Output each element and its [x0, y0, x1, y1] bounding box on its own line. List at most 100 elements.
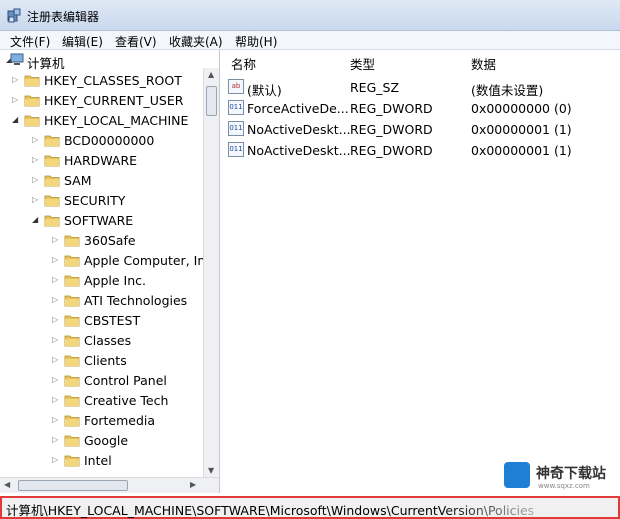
tree-item[interactable]: ▷ HKEY_CLASSES_ROOT [0, 71, 203, 91]
tree-item-label: HKEY_CURRENT_USER [44, 93, 184, 108]
tree-item[interactable]: ▷ Google [0, 431, 203, 451]
expand-arrow-icon[interactable]: ▷ [32, 135, 40, 145]
menu-help[interactable]: 帮助(H) [235, 33, 277, 50]
column-header-name[interactable]: 名称 [231, 54, 256, 73]
value-data: 0x00000001 (1) [471, 122, 572, 137]
value-row[interactable]: ab (默认) REG_SZ (数值未设置) [222, 77, 620, 98]
value-name: NoActiveDeskt... [247, 122, 351, 137]
tree-item[interactable]: ◢ HKEY_LOCAL_MACHINE [0, 111, 203, 131]
horizontal-scroll-thumb[interactable] [18, 480, 128, 491]
expand-arrow-icon[interactable]: ▷ [12, 75, 20, 85]
expand-arrow-icon[interactable]: ▷ [32, 195, 40, 205]
tree-item-label: Apple Computer, Inc [84, 253, 213, 268]
value-name: ForceActiveDe... [247, 101, 349, 116]
tree-item[interactable]: ▷ Fortemedia [0, 411, 203, 431]
tree-item[interactable]: ▷ HARDWARE [0, 151, 203, 171]
tree-item[interactable]: ▷ Apple Computer, Inc [0, 251, 212, 271]
tree-item[interactable]: ▷ Intel [0, 451, 203, 471]
expand-arrow-icon[interactable]: ▷ [52, 355, 60, 365]
values-list[interactable]: 名称 类型 数据 ab (默认) REG_SZ (数值未设置) 011 ForceActi… [222, 50, 620, 493]
expand-arrow-icon[interactable]: ▷ [32, 175, 40, 185]
expand-arrow-icon[interactable]: ▷ [32, 155, 40, 165]
expand-arrow-icon[interactable]: ▷ [52, 275, 60, 285]
value-row[interactable]: 011 NoActiveDeskt... REG_DWORD 0x00000001 (… [222, 119, 620, 139]
expand-arrow-icon[interactable]: ▷ [12, 95, 20, 105]
value-row[interactable]: 011 NoActiveDeskt... REG_DWORD 0x00000001 (… [222, 140, 620, 160]
value-name: NoActiveDeskt... [247, 143, 351, 158]
watermark-logo-icon [504, 462, 530, 488]
tree-item[interactable]: ▷ CBSTEST [0, 311, 203, 331]
menu-view[interactable]: 查看(V) [115, 33, 157, 50]
tree-item-label: SECURITY [64, 193, 126, 208]
scroll-left-icon[interactable]: ◀ [4, 480, 10, 489]
folder-icon [24, 75, 40, 87]
tree-item-label: Control Panel [84, 373, 167, 388]
column-header-data[interactable]: 数据 [471, 54, 496, 73]
expand-arrow-icon[interactable]: ▷ [52, 255, 60, 265]
value-type: REG_DWORD [350, 122, 433, 137]
tree-horizontal-scrollbar[interactable]: ◀ ▶ [0, 477, 219, 493]
vertical-scroll-thumb[interactable] [206, 86, 217, 116]
expand-arrow-icon[interactable]: ▷ [52, 235, 60, 245]
tree-item[interactable]: ▷ BCD00000000 [0, 131, 203, 151]
folder-icon [44, 195, 60, 207]
folder-icon [44, 155, 60, 167]
expand-arrow-icon[interactable]: ▷ [52, 435, 60, 445]
expand-arrow-icon[interactable]: ▷ [52, 315, 60, 325]
expand-arrow-icon[interactable]: ▷ [52, 335, 60, 345]
expand-arrow-icon[interactable]: ▷ [52, 395, 60, 405]
tree-root-computer[interactable]: ◢ 计算机 [0, 51, 200, 71]
folder-icon [64, 355, 80, 367]
folder-icon [64, 275, 80, 287]
folder-icon [64, 315, 80, 327]
menu-edit[interactable]: 编辑(E) [62, 33, 103, 50]
menu-bar: 文件(F) 编辑(E) 查看(V) 收藏夹(A) 帮助(H) [0, 31, 620, 50]
scroll-down-icon[interactable]: ▼ [208, 466, 214, 475]
folder-icon [64, 455, 80, 467]
tree-item[interactable]: ▷ 360Safe [0, 231, 203, 251]
expand-arrow-icon[interactable]: ▷ [52, 295, 60, 305]
collapse-arrow-icon[interactable]: ◢ [32, 215, 40, 225]
string-value-icon: ab [228, 79, 244, 94]
registry-tree[interactable]: ◢ 计算机 ▷ HKEY_CLASSES_ROOT ▷ HKEY_CURRENT_US… [0, 50, 220, 493]
dword-value-icon: 011 [228, 121, 244, 136]
folder-icon [24, 115, 40, 127]
scroll-right-icon[interactable]: ▶ [190, 480, 196, 489]
expand-arrow-icon[interactable]: ▷ [52, 455, 60, 465]
expand-arrow-icon[interactable]: ▷ [52, 415, 60, 425]
menu-favorites[interactable]: 收藏夹(A) [169, 33, 223, 50]
tree-item[interactable]: ◢ SOFTWARE [0, 211, 203, 231]
value-row[interactable]: 011 ForceActiveDe... REG_DWORD 0x00000000 (… [222, 98, 620, 118]
column-header-type[interactable]: 类型 [350, 54, 375, 73]
tree-item-label: Intel [84, 453, 112, 468]
tree-item[interactable]: ▷ Apple Inc. [0, 271, 203, 291]
tree-vertical-scrollbar[interactable]: ▲ ▼ [203, 68, 219, 477]
tree-item[interactable]: ▷ SECURITY [0, 191, 203, 211]
folder-icon [64, 235, 80, 247]
menu-file[interactable]: 文件(F) [10, 33, 50, 50]
tree-item[interactable]: ▷ Control Panel [0, 371, 203, 391]
tree-item-label: HKEY_LOCAL_MACHINE [44, 113, 189, 128]
tree-item[interactable]: ▷ Clients [0, 351, 203, 371]
value-data: (数值未设置) [471, 83, 544, 98]
tree-item-label: 360Safe [84, 233, 136, 248]
tree-item-label: Google [84, 433, 129, 448]
folder-icon [64, 335, 80, 347]
folder-icon [64, 415, 80, 427]
collapse-arrow-icon[interactable]: ◢ [12, 115, 20, 125]
tree-item[interactable]: ▷ HKEY_CURRENT_USER [0, 91, 203, 111]
value-name: (默认) [247, 83, 282, 98]
scroll-up-icon[interactable]: ▲ [208, 70, 214, 79]
tree-item[interactable]: ▷ SAM [0, 171, 203, 191]
value-type: REG_SZ [350, 80, 400, 95]
folder-icon [64, 295, 80, 307]
tree-item[interactable]: ▷ Creative Tech [0, 391, 203, 411]
tree-item-label: HARDWARE [64, 153, 138, 168]
tree-item[interactable]: ▷ Classes [0, 331, 203, 351]
title-bar: 注册表编辑器 [0, 0, 620, 31]
expand-arrow-icon[interactable]: ▷ [52, 375, 60, 385]
tree-item-label: SOFTWARE [64, 213, 134, 228]
tree-item-label: ATI Technologies [84, 293, 188, 308]
tree-item[interactable]: ▷ ATI Technologies [0, 291, 203, 311]
dword-value-icon: 011 [228, 142, 244, 157]
